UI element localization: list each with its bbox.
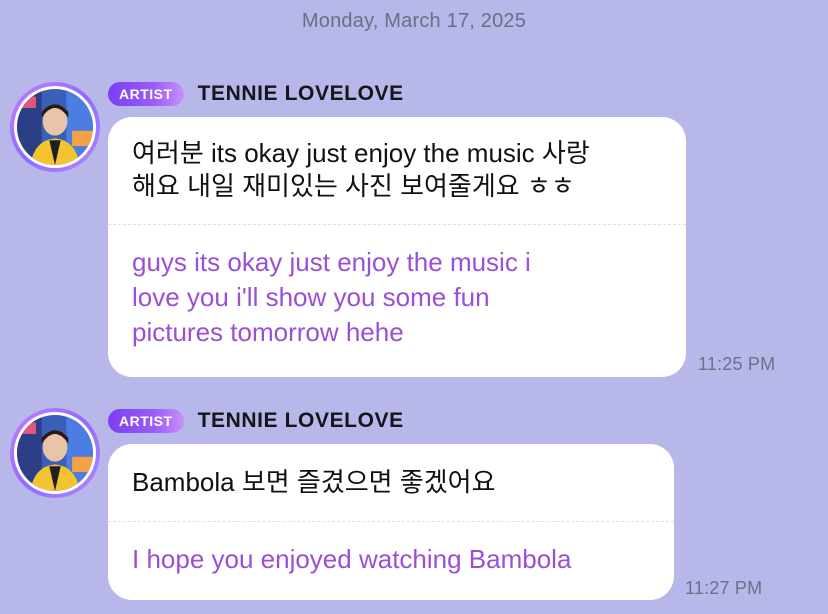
original-text: 여러분 its okay just enjoy the music 사랑 해요 … (108, 117, 686, 203)
translation-line: pictures tomorrow hehe (132, 317, 404, 347)
date-header: Monday, March 17, 2025 (301, 10, 527, 32)
avatar-photo (17, 415, 93, 491)
sender-row: ARTIST TENNIE LOVELOVE (108, 80, 404, 108)
artist-avatar[interactable] (10, 408, 100, 498)
translation-line: love you i'll show you some fun (132, 282, 490, 312)
message-bubble[interactable]: Bambola 보면 즐겼으면 좋겠어요 I hope you enjoyed … (108, 444, 674, 600)
translation-text: I hope you enjoyed watching Bambola (108, 522, 674, 577)
artist-badge: ARTIST (108, 409, 184, 433)
original-line: Bambola 보면 즐겼으면 좋겠어요 (132, 467, 496, 497)
original-text: Bambola 보면 즐겼으면 좋겠어요 (108, 444, 674, 499)
translation-text: guys its okay just enjoy the music i lov… (108, 225, 686, 350)
sender-name[interactable]: TENNIE LOVELOVE (198, 409, 404, 433)
sender-row: ARTIST TENNIE LOVELOVE (108, 407, 404, 435)
original-line: 해요 내일 재미있는 사진 보여줄게요 ㅎㅎ (132, 171, 575, 201)
message-timestamp: 11:27 PM (685, 578, 763, 598)
message-timestamp: 11:25 PM (698, 354, 776, 374)
translation-line: I hope you enjoyed watching Bambola (132, 544, 572, 574)
sender-name[interactable]: TENNIE LOVELOVE (198, 82, 404, 106)
message-bubble[interactable]: 여러분 its okay just enjoy the music 사랑 해요 … (108, 117, 686, 377)
avatar-photo (17, 89, 93, 165)
artist-avatar[interactable] (10, 82, 100, 172)
original-line: 여러분 its okay just enjoy the music 사랑 (132, 138, 590, 168)
translation-line: guys its okay just enjoy the music i (132, 247, 531, 277)
artist-badge: ARTIST (108, 82, 184, 106)
